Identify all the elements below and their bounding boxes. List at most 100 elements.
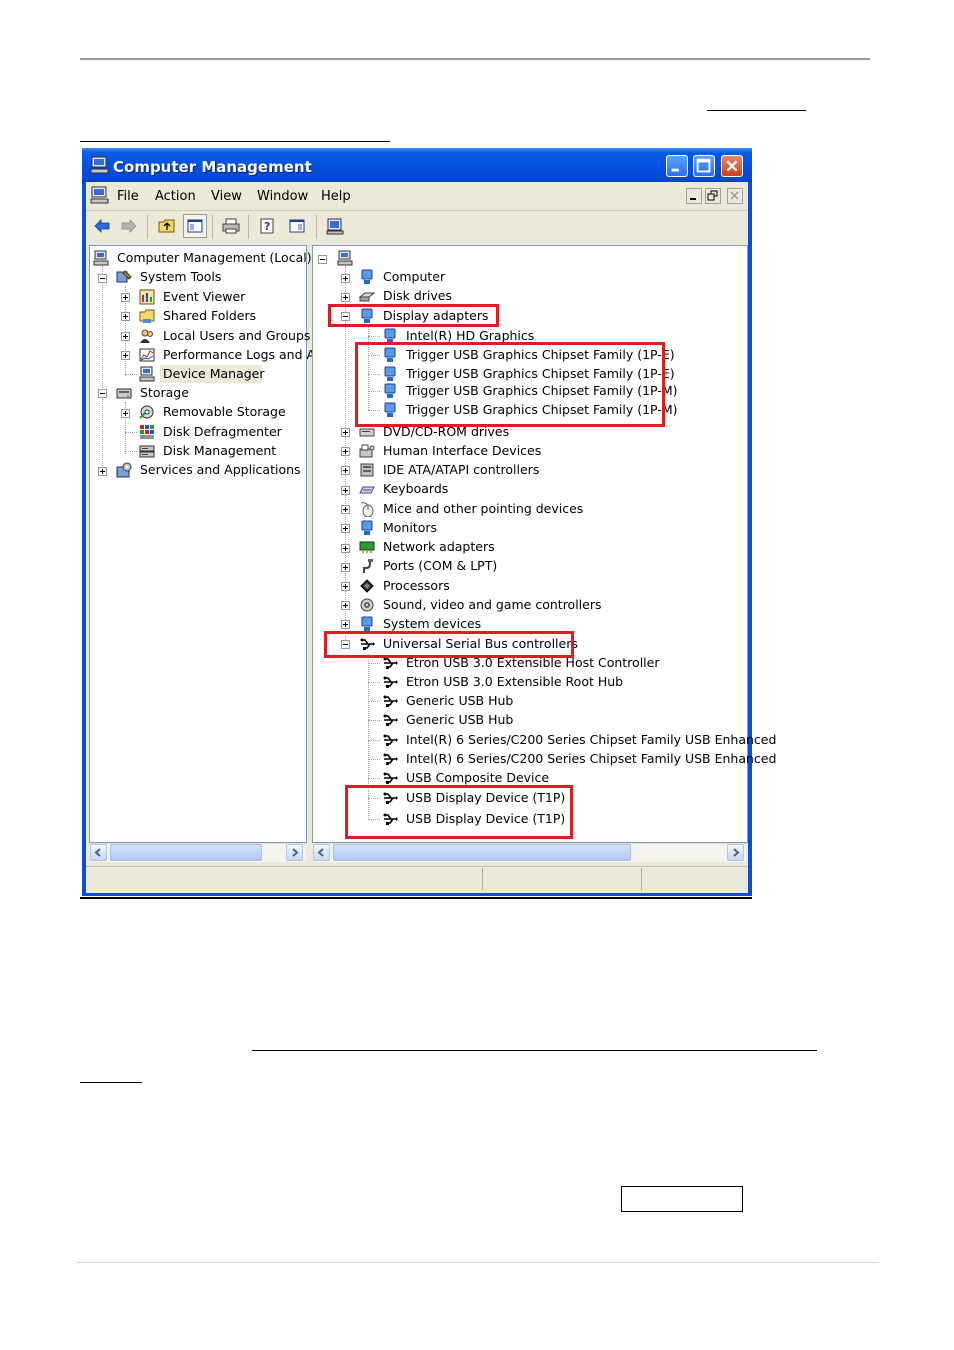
usb-icon (383, 695, 398, 707)
tree-item-label: Shared Folders (163, 308, 257, 323)
window-title: Computer Management (113, 158, 312, 176)
svg-text:?: ? (264, 220, 270, 233)
status-bar-divider (641, 868, 642, 890)
back-arrow-icon[interactable] (92, 216, 112, 236)
forward-arrow-icon[interactable] (119, 216, 139, 236)
empty-box (621, 1186, 743, 1212)
device-manager-icon (139, 366, 155, 382)
up-folder-icon[interactable] (157, 216, 177, 236)
collapse-toggle[interactable] (98, 389, 107, 398)
highlight-display-adapters (328, 304, 499, 327)
print-icon[interactable] (221, 216, 241, 236)
system-tools-icon (116, 270, 132, 283)
expand-toggle[interactable] (341, 544, 350, 553)
highlight-usb-display-devices (345, 785, 573, 839)
device-item-label: USB Composite Device (406, 770, 550, 785)
tree-item-label: Device Manager (163, 366, 265, 381)
maximize-button[interactable] (693, 155, 715, 177)
expand-toggle[interactable] (341, 563, 350, 572)
maximize-icon (696, 158, 711, 173)
child-restore-button[interactable] (705, 188, 721, 204)
status-bar (86, 866, 748, 893)
processor-icon (360, 579, 374, 593)
minimize-icon (690, 198, 696, 200)
scroll-thumb[interactable] (333, 844, 631, 861)
scroll-right-button[interactable] (727, 844, 744, 861)
tree-connector (368, 720, 380, 721)
expand-toggle[interactable] (121, 332, 130, 341)
disk-drive-icon (359, 292, 375, 302)
expand-toggle[interactable] (121, 351, 130, 360)
device-category-label: Ports (COM & LPT) (383, 558, 498, 573)
underline-fragment (80, 1082, 142, 1083)
removable-storage-icon (139, 405, 154, 419)
tree-item-label: Disk Management (163, 443, 277, 458)
menu-action[interactable]: Action (155, 189, 196, 204)
scroll-left-button[interactable] (90, 844, 107, 861)
tree-connector (125, 432, 137, 433)
menu-help[interactable]: Help (321, 189, 351, 204)
child-minimize-button[interactable] (686, 188, 702, 204)
expand-toggle[interactable] (341, 447, 350, 456)
show-hide-action-pane-icon[interactable] (287, 216, 307, 236)
properties-icon[interactable] (325, 216, 345, 236)
expand-toggle[interactable] (341, 466, 350, 475)
expand-toggle[interactable] (341, 274, 350, 283)
expand-toggle[interactable] (341, 582, 350, 591)
expand-toggle[interactable] (341, 428, 350, 437)
highlight-trigger-adapters (355, 342, 665, 427)
expand-toggle[interactable] (341, 620, 350, 629)
tree-item-label: Storage (140, 385, 189, 400)
close-button[interactable] (721, 155, 743, 177)
tree-item-label: Event Viewer (163, 289, 246, 304)
expand-toggle[interactable] (121, 293, 130, 302)
chevron-left-icon (94, 848, 101, 857)
expand-toggle[interactable] (121, 312, 130, 321)
scroll-right-button[interactable] (286, 844, 303, 861)
footer-rule (76, 1262, 879, 1263)
expand-toggle[interactable] (121, 409, 130, 418)
expand-toggle[interactable] (341, 486, 350, 495)
tree-connector (368, 759, 380, 760)
keyboard-icon (359, 486, 375, 494)
device-item-label: Etron USB 3.0 Extensible Root Hub (406, 674, 624, 689)
scroll-thumb[interactable] (110, 844, 262, 861)
device-category-label: IDE ATA/ATAPI controllers (383, 462, 540, 477)
computer-management-icon (93, 250, 109, 266)
device-category-label: Keyboards (383, 481, 449, 496)
child-close-button[interactable] (727, 188, 743, 204)
tree-connector (125, 374, 137, 375)
figure-underline (80, 897, 752, 899)
tree-connector (368, 740, 380, 741)
collapse-toggle[interactable] (318, 255, 327, 264)
expand-toggle[interactable] (98, 467, 107, 476)
usb-icon (383, 676, 398, 688)
minimize-icon (671, 168, 679, 172)
usb-icon (383, 714, 398, 726)
device-category-label: Monitors (383, 520, 438, 535)
tree-item-label: Disk Defragmenter (163, 424, 282, 439)
collapse-toggle[interactable] (98, 274, 107, 283)
disk-management-icon (139, 445, 155, 458)
menu-file[interactable]: File (117, 189, 139, 204)
ide-icon (360, 463, 374, 477)
expand-toggle[interactable] (341, 524, 350, 533)
device-category-label: Human Interface Devices (383, 443, 542, 458)
show-hide-tree-button[interactable] (183, 214, 207, 238)
expand-toggle[interactable] (341, 601, 350, 610)
help-icon[interactable]: ? (258, 216, 278, 236)
menu-window[interactable]: Window (257, 189, 308, 204)
computer-root-icon[interactable] (337, 250, 353, 266)
mdi-child-icon[interactable] (90, 186, 110, 204)
expand-toggle[interactable] (341, 505, 350, 514)
device-item-label: Generic USB Hub (406, 712, 514, 727)
device-category-label: Network adapters (383, 539, 495, 554)
scroll-left-button[interactable] (313, 844, 330, 861)
expand-toggle[interactable] (341, 293, 350, 302)
header-rule (80, 58, 870, 60)
port-icon (363, 559, 373, 573)
minimize-button[interactable] (666, 155, 688, 177)
device-category-label: Sound, video and game controllers (383, 597, 602, 612)
menu-view[interactable]: View (211, 189, 242, 204)
underline-fragment (707, 110, 806, 111)
